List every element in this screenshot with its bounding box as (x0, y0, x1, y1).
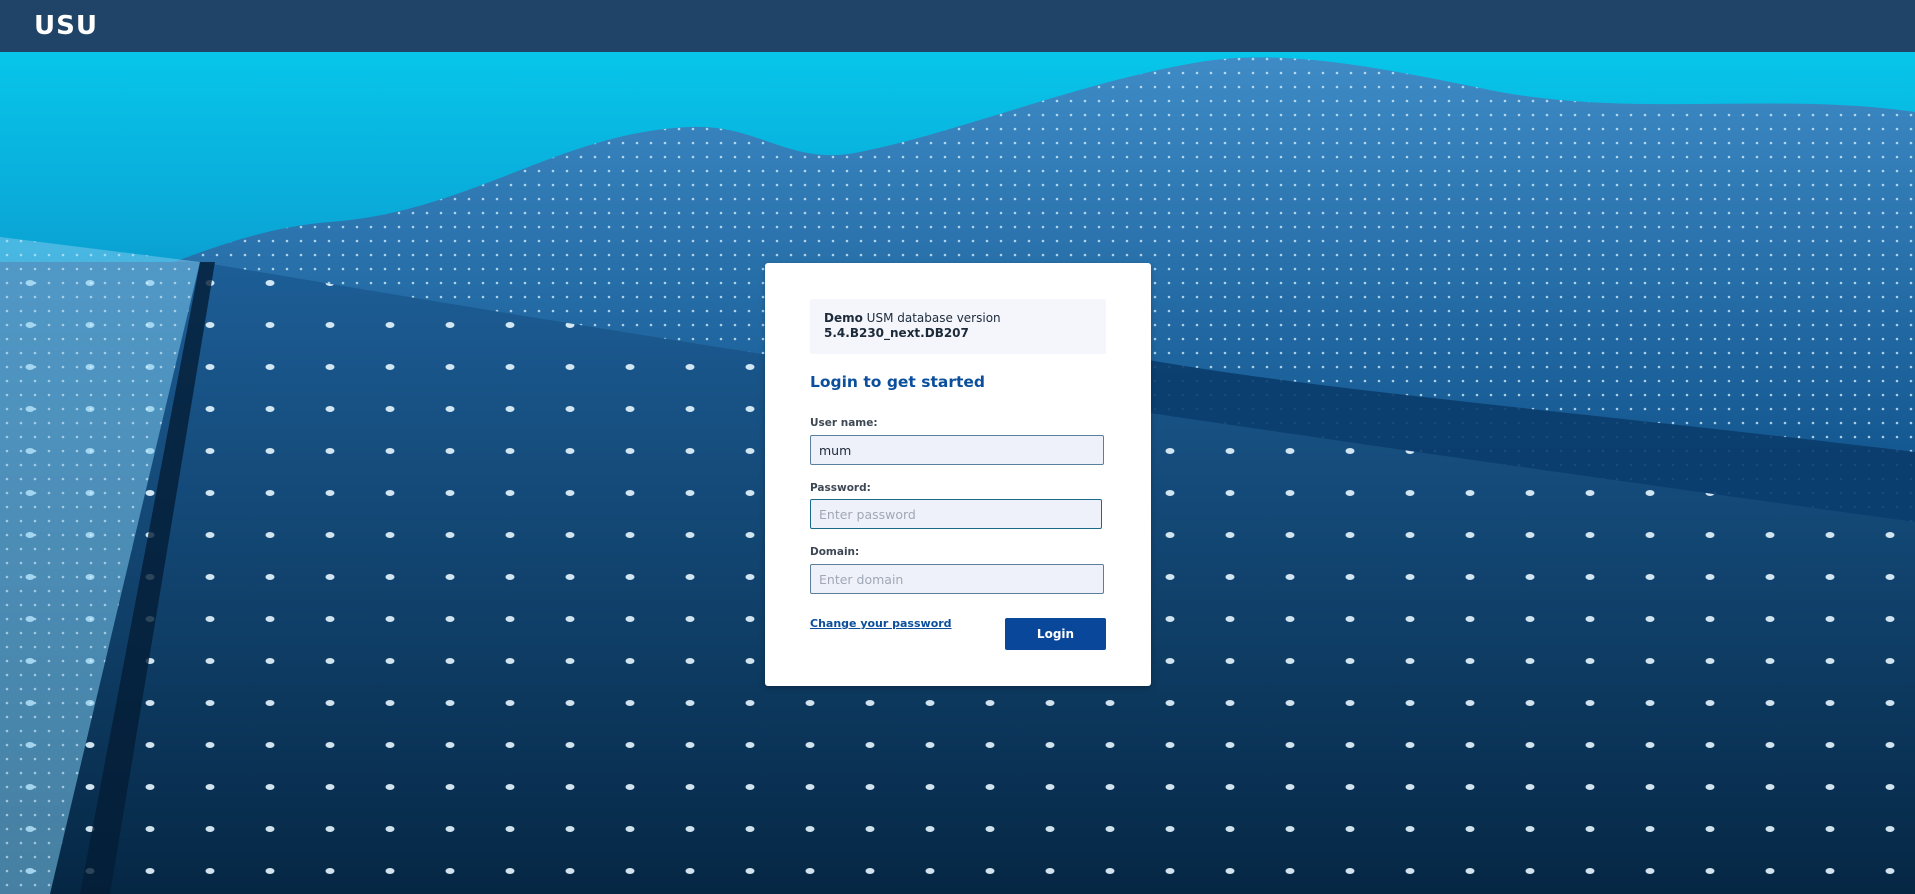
domain-label: Domain: (810, 546, 860, 558)
username-input[interactable] (810, 435, 1104, 465)
domain-input[interactable] (810, 564, 1104, 594)
edition-label: Demo (824, 311, 863, 325)
database-version-text: USM database version (862, 311, 1001, 325)
top-bar: USU (0, 0, 1915, 52)
login-button[interactable]: Login (1005, 618, 1106, 650)
database-version-value: 5.4.B230_next.DB207 (824, 326, 969, 340)
change-password-link[interactable]: Change your password (810, 617, 952, 630)
password-label: Password: (810, 482, 871, 494)
password-input[interactable] (810, 499, 1102, 529)
usu-logo[interactable]: USU (34, 10, 98, 42)
database-info-box: Demo USM database version 5.4.B230_next.… (810, 299, 1106, 354)
login-heading: Login to get started (810, 373, 985, 391)
login-card: Demo USM database version 5.4.B230_next.… (765, 263, 1151, 686)
username-label: User name: (810, 417, 878, 429)
